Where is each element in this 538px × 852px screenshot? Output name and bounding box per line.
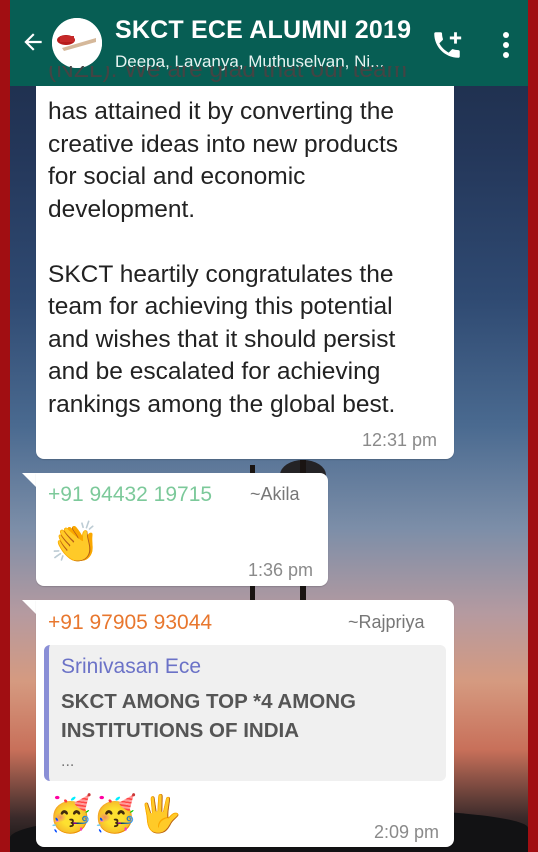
- bubble-tail: [22, 473, 36, 487]
- message-bubble[interactable]: (NZL). We are glad that our team has att…: [36, 66, 454, 459]
- group-avatar-image: [52, 18, 102, 68]
- menu-dot-icon: [503, 32, 509, 38]
- left-frame: [0, 0, 10, 852]
- right-frame: [528, 0, 538, 852]
- message-text: has attained it by converting the creati…: [48, 98, 398, 418]
- sender-alias: ~Rajpriya: [348, 612, 425, 632]
- group-title: SKCT ECE ALUMNI 2019: [115, 16, 412, 44]
- more-options-button[interactable]: [496, 30, 516, 60]
- message-text-partial: (NZL). We are glad that our team: [48, 66, 408, 83]
- group-avatar[interactable]: [52, 18, 102, 68]
- quoted-message[interactable]: Srinivasan Ece SKCT AMONG TOP *4 AMONG I…: [44, 645, 446, 781]
- party-emojis: 🥳🥳🖐: [48, 793, 183, 834]
- quoted-text: SKCT AMONG TOP *4 AMONG INSTITUTIONS OF …: [61, 690, 356, 742]
- quoted-ellipsis: ...: [61, 753, 75, 770]
- message-time: 2:09 pm: [374, 822, 440, 842]
- phone-plus-icon: [434, 32, 462, 58]
- message-time: 12:31 pm: [362, 430, 438, 450]
- back-button[interactable]: [18, 27, 48, 57]
- menu-dot-icon: [503, 42, 509, 48]
- sender-phone[interactable]: +91 94432 19715: [48, 483, 212, 507]
- sender-alias: ~Akila: [250, 484, 300, 504]
- bubble-tail: [22, 600, 36, 614]
- clapping-hands-emoji: 👏: [50, 521, 100, 565]
- message-bubble[interactable]: +91 94432 19715 ~Akila 👏 1:36 pm: [36, 473, 328, 586]
- back-arrow-icon: [24, 33, 42, 51]
- chat-title-area[interactable]: SKCT ECE ALUMNI 2019 Deepa, Lavanya, Mut…: [115, 16, 415, 72]
- sender-phone[interactable]: +91 97905 93044: [48, 611, 212, 635]
- quoted-author: Srinivasan Ece: [61, 655, 202, 678]
- menu-dot-icon: [503, 52, 509, 58]
- message-bubble[interactable]: +91 97905 93044 ~Rajpriya Srinivasan Ece…: [36, 600, 454, 847]
- add-call-button[interactable]: [430, 28, 464, 62]
- message-time: 1:36 pm: [248, 560, 314, 580]
